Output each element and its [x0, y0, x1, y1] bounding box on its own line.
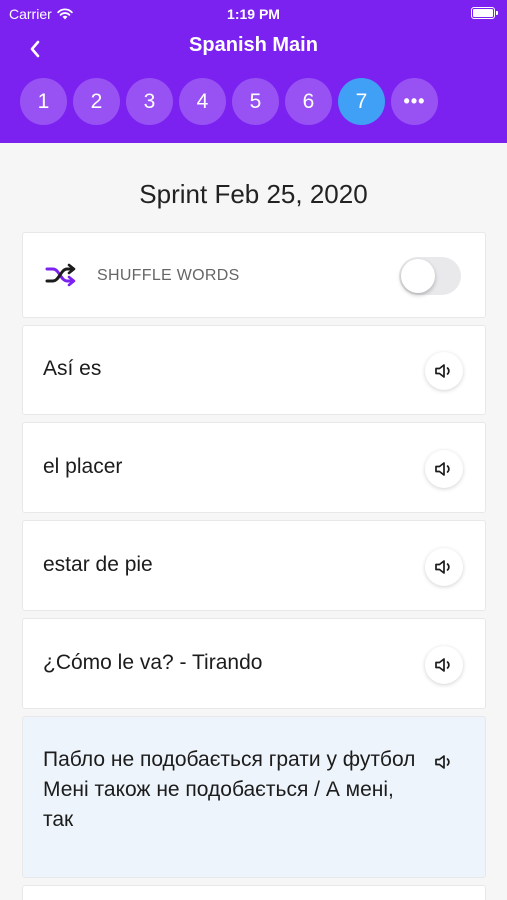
word-text: ¿Cómo le va? - Tirando: [43, 651, 263, 674]
page-button-1[interactable]: 1: [20, 78, 67, 125]
word-text: el placer: [43, 455, 123, 478]
speaker-button[interactable]: [425, 450, 463, 488]
shuffle-label: SHUFFLE WORDS: [97, 267, 240, 284]
word-card[interactable]: el placer: [22, 422, 486, 513]
word-card[interactable]: ¿Cómo le va? - Tirando: [22, 618, 486, 709]
nav-bar: Spanish Main: [0, 30, 507, 64]
word-text: Пабло не подобається грати у футбол Мені…: [43, 745, 423, 835]
shuffle-toggle[interactable]: [399, 257, 461, 295]
page-button-5[interactable]: 5: [232, 78, 279, 125]
more-pages-button[interactable]: •••: [391, 78, 438, 125]
battery-icon: [471, 7, 498, 19]
word-text: estar de pie: [43, 553, 153, 576]
page-button-6[interactable]: 6: [285, 78, 332, 125]
page-button-4[interactable]: 4: [179, 78, 226, 125]
header: Carrier 1:19 PM Spanish Main 1 2 3 4 5 6…: [0, 0, 507, 143]
page-selector: 1 2 3 4 5 6 7 •••: [20, 78, 438, 125]
shuffle-icon: [45, 263, 76, 287]
status-bar: Carrier 1:19 PM: [0, 0, 507, 28]
word-line-1: Пабло не подобається грати у футбол: [43, 748, 416, 771]
word-card-selected[interactable]: Пабло не подобається грати у футбол Мені…: [22, 716, 486, 878]
speaker-icon: [435, 755, 450, 769]
page-title: Spanish Main: [189, 34, 318, 56]
sprint-title: Sprint Feb 25, 2020: [139, 179, 368, 209]
speaker-button[interactable]: [425, 646, 463, 684]
word-line-2: Мені також не подобається / А мені, так: [43, 778, 394, 831]
speaker-icon: [435, 658, 450, 672]
speaker-button[interactable]: [425, 352, 463, 390]
word-card[interactable]: Así es: [22, 325, 486, 415]
page-button-3[interactable]: 3: [126, 78, 173, 125]
speaker-icon: [435, 560, 450, 574]
speaker-button[interactable]: [425, 548, 463, 586]
word-card[interactable]: estar de pie: [22, 520, 486, 611]
word-card[interactable]: [22, 885, 486, 900]
shuffle-card: SHUFFLE WORDS: [22, 232, 486, 318]
speaker-icon: [435, 462, 450, 476]
speaker-icon: [435, 364, 450, 378]
clock: 1:19 PM: [227, 6, 280, 22]
speaker-button[interactable]: [425, 743, 463, 781]
word-text: Así es: [43, 357, 102, 380]
page-button-7[interactable]: 7: [338, 78, 385, 125]
page-button-2[interactable]: 2: [73, 78, 120, 125]
